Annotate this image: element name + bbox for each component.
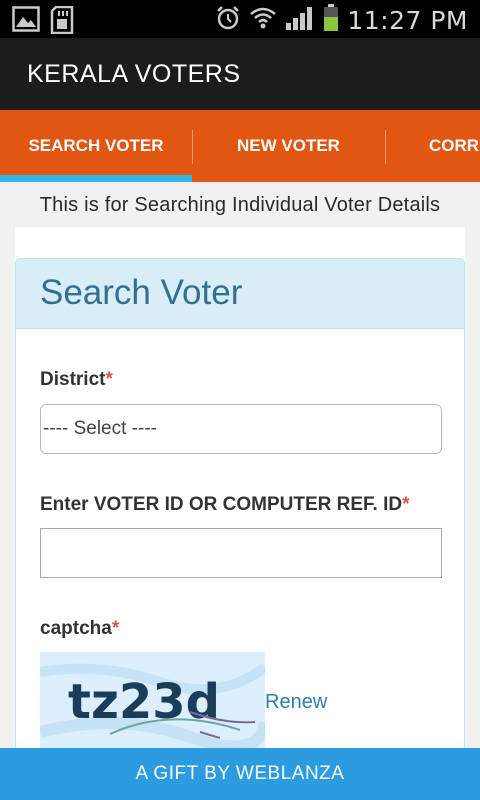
district-select[interactable]: ---- Select ---- <box>40 404 442 454</box>
info-text: This is for Searching Individual Voter D… <box>39 194 441 216</box>
alarm-icon <box>215 5 241 36</box>
tab-correction[interactable]: CORRE <box>385 110 480 182</box>
tab-bar: SEARCH VOTER NEW VOTER CORRE <box>0 110 480 182</box>
required-mark: * <box>105 369 113 390</box>
search-voter-panel: Search Voter District* ---- Select ---- … <box>15 258 465 748</box>
clock: 11:27 PM <box>347 6 468 35</box>
voter-id-label: Enter VOTER ID OR COMPUTER REF. ID* <box>40 494 410 516</box>
panel-title: Search Voter <box>40 273 243 312</box>
wifi-icon <box>249 5 277 36</box>
content-area[interactable]: This is for Searching Individual Voter D… <box>0 182 480 748</box>
required-mark: * <box>402 494 410 515</box>
renew-captcha-link[interactable]: Renew <box>265 691 327 714</box>
status-bar: 11:27 PM <box>0 0 480 38</box>
voter-id-label-text: Enter VOTER ID OR COMPUTER REF. ID <box>40 494 403 515</box>
captcha-label: captcha* <box>40 618 119 640</box>
tab-search-voter[interactable]: SEARCH VOTER <box>0 110 192 182</box>
captcha-text: tz23d <box>68 674 220 730</box>
signal-icon <box>285 5 315 36</box>
sd-card-icon <box>50 5 74 39</box>
tab-new-voter[interactable]: NEW VOTER <box>192 110 385 182</box>
panel-header: Search Voter <box>16 259 464 329</box>
battery-icon <box>323 4 339 37</box>
captcha-image: tz23d <box>40 652 265 748</box>
district-label-text: District <box>40 369 106 390</box>
voter-id-input[interactable] <box>40 528 442 578</box>
selected-tab-indicator <box>0 175 192 182</box>
required-mark: * <box>111 618 120 639</box>
district-label: District* <box>40 369 113 391</box>
app-title: KERALA VOTERS <box>27 60 241 88</box>
action-bar: KERALA VOTERS <box>0 38 480 110</box>
image-icon <box>12 6 40 39</box>
captcha-label-text: captcha <box>40 618 112 639</box>
footer-text: A GIFT BY WEBLANZA <box>135 763 345 784</box>
footer-banner: A GIFT BY WEBLANZA <box>0 748 480 800</box>
